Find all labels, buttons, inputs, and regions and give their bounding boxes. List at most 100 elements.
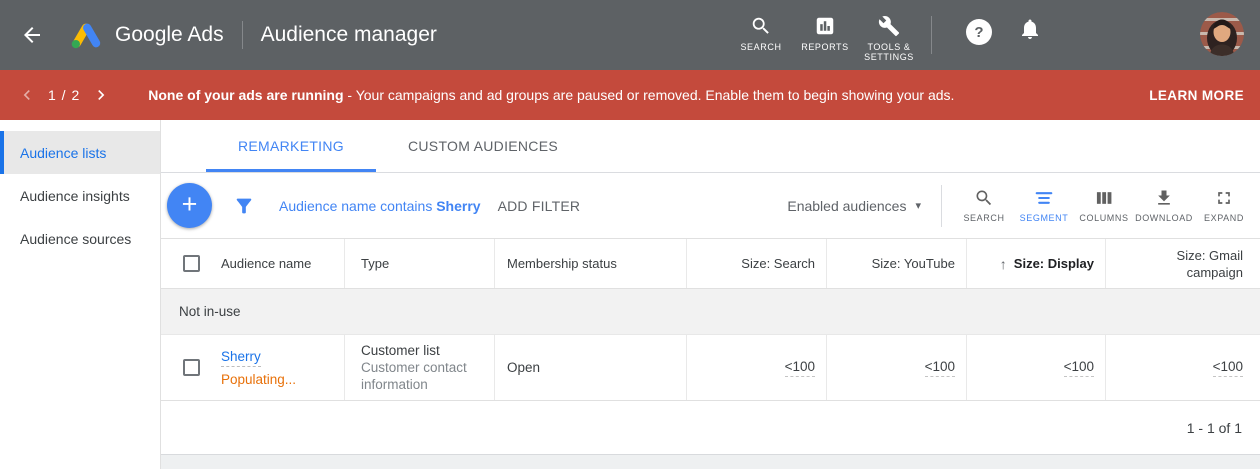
tab-label: CUSTOM AUDIENCES [408,138,558,154]
wrench-icon [878,15,900,37]
nav-tools-settings-button[interactable]: TOOLS & SETTINGS [857,15,921,62]
tab-label: REMARKETING [238,138,344,154]
nav-reports-label: REPORTS [801,42,849,52]
chevron-left-icon [17,85,37,105]
back-button[interactable] [18,21,46,49]
sidebar-item-audience-sources[interactable]: Audience sources [0,217,160,260]
audience-name-link[interactable]: Sherry [221,349,261,367]
column-size-gmail[interactable]: Size: Gmail campaign [1106,239,1260,288]
column-label: Size: YouTube [872,256,955,271]
tab-custom-audiences[interactable]: CUSTOM AUDIENCES [376,120,590,172]
nav-reports-button[interactable]: REPORTS [793,15,857,52]
google-ads-logo-icon [70,21,103,50]
table-header: Audience name Type Membership status Siz… [161,238,1260,289]
column-label: Size: Gmail campaign [1161,247,1243,281]
column-audience-name: Audience name [161,239,345,288]
google-ads-app: Google Ads Audience manager SEARCH REPOR… [0,0,1260,469]
audience-state-dropdown[interactable]: Enabled audiences ▾ [787,198,921,214]
column-size-display-sorted[interactable]: ↑ Size: Display [967,239,1106,288]
caret-down-icon: ▾ [915,199,921,212]
search-icon [750,15,772,37]
audience-name-cell: Sherry Populating... [161,335,345,400]
pagination-label: 1 - 1 of 1 [1187,420,1242,436]
add-filter-button[interactable]: ADD FILTER [498,198,581,214]
plus-icon: + [182,191,198,218]
sidebar-item-audience-insights[interactable]: Audience insights [0,174,160,217]
column-label: Type [361,256,389,271]
tab-bar: REMARKETING CUSTOM AUDIENCES [161,120,1260,173]
page-title: Audience manager [261,23,437,47]
size-gmail-cell: <100 [1106,335,1260,400]
filter-chip[interactable]: Audience name contains Sherry [279,198,481,214]
toolbar: + Audience name contains Sherry ADD FILT… [161,173,1260,238]
column-size-youtube[interactable]: Size: YouTube [827,239,967,288]
sidebar-item-audience-lists[interactable]: Audience lists [0,131,160,174]
toolbar-action-label: DOWNLOAD [1135,213,1193,223]
toolbar-action-label: COLUMNS [1079,213,1128,223]
size-display-cell: <100 [967,335,1106,400]
help-button[interactable]: ? [966,19,992,45]
bar-chart-icon [814,15,836,37]
learn-more-link[interactable]: LEARN MORE [1149,88,1244,103]
banner-prev-button[interactable] [14,82,40,108]
question-icon: ? [974,24,983,41]
download-icon [1154,188,1174,208]
column-label: Size: Search [741,256,815,271]
column-label: Size: Display [1014,256,1094,271]
banner-next-button[interactable] [88,82,114,108]
filter-funnel-icon[interactable] [233,195,255,217]
toolbar-action-download[interactable]: DOWNLOAD [1134,188,1194,223]
toolbar-action-expand[interactable]: EXPAND [1194,188,1254,223]
tab-remarketing[interactable]: REMARKETING [206,120,376,172]
topbar-divider [242,21,243,49]
toolbar-action-columns[interactable]: COLUMNS [1074,188,1134,223]
column-label: Membership status [507,256,617,271]
column-label: Audience name [221,256,311,271]
banner-message: None of your ads are running - Your camp… [148,87,954,103]
table-row: Sherry Populating... Customer list Custo… [161,335,1260,401]
banner-pagination: 1 / 2 [48,87,80,103]
nav-search-label: SEARCH [740,42,781,52]
banner-message-rest: - Your campaigns and ad groups are pause… [344,87,955,103]
search-icon [974,188,994,208]
chevron-right-icon [91,85,111,105]
column-membership-status: Membership status [495,239,687,288]
populating-status: Populating... [221,372,296,387]
column-size-search[interactable]: Size: Search [687,239,827,288]
expand-icon [1214,188,1234,208]
bell-icon [1018,17,1042,41]
banner-message-bold: None of your ads are running [148,87,343,103]
group-label: Not in-use [179,304,241,319]
avatar[interactable] [1200,12,1244,56]
membership-status-cell: Open [495,335,687,400]
group-row-not-in-use: Not in-use [161,289,1260,335]
sidebar-item-label: Audience lists [20,145,106,161]
main-panel: REMARKETING CUSTOM AUDIENCES + Audience … [161,120,1260,469]
add-audience-fab[interactable]: + [167,183,212,228]
topbar-actions: SEARCH REPORTS TOOLS & SETTINGS ? [729,0,1260,70]
toolbar-divider [941,185,942,227]
size-display-value: <100 [1064,359,1094,377]
type-primary: Customer list [361,342,484,359]
row-checkbox[interactable] [183,359,200,376]
topbar: Google Ads Audience manager SEARCH REPOR… [0,0,1260,70]
content: Audience lists Audience insights Audienc… [0,120,1260,469]
bottom-filler [161,455,1260,469]
columns-icon [1094,188,1114,208]
notice-banner: 1 / 2 None of your ads are running - You… [0,70,1260,120]
select-all-checkbox[interactable] [183,255,200,272]
sort-ascending-icon: ↑ [1000,256,1007,272]
toolbar-action-search[interactable]: SEARCH [954,188,1014,223]
size-search-cell: <100 [687,335,827,400]
toolbar-action-segment[interactable]: SEGMENT [1014,188,1074,223]
size-youtube-value: <100 [925,359,955,377]
toolbar-action-label: SEARCH [963,213,1004,223]
nav-tools-settings-label: TOOLS & SETTINGS [857,42,921,62]
table-footer: 1 - 1 of 1 [161,401,1260,455]
sidebar: Audience lists Audience insights Audienc… [0,120,161,469]
segment-icon [1034,188,1054,208]
nav-search-button[interactable]: SEARCH [729,15,793,52]
product-name: Google Ads [115,23,224,47]
audience-state-dropdown-value: Enabled audiences [787,198,906,214]
notifications-button[interactable] [1018,17,1042,46]
